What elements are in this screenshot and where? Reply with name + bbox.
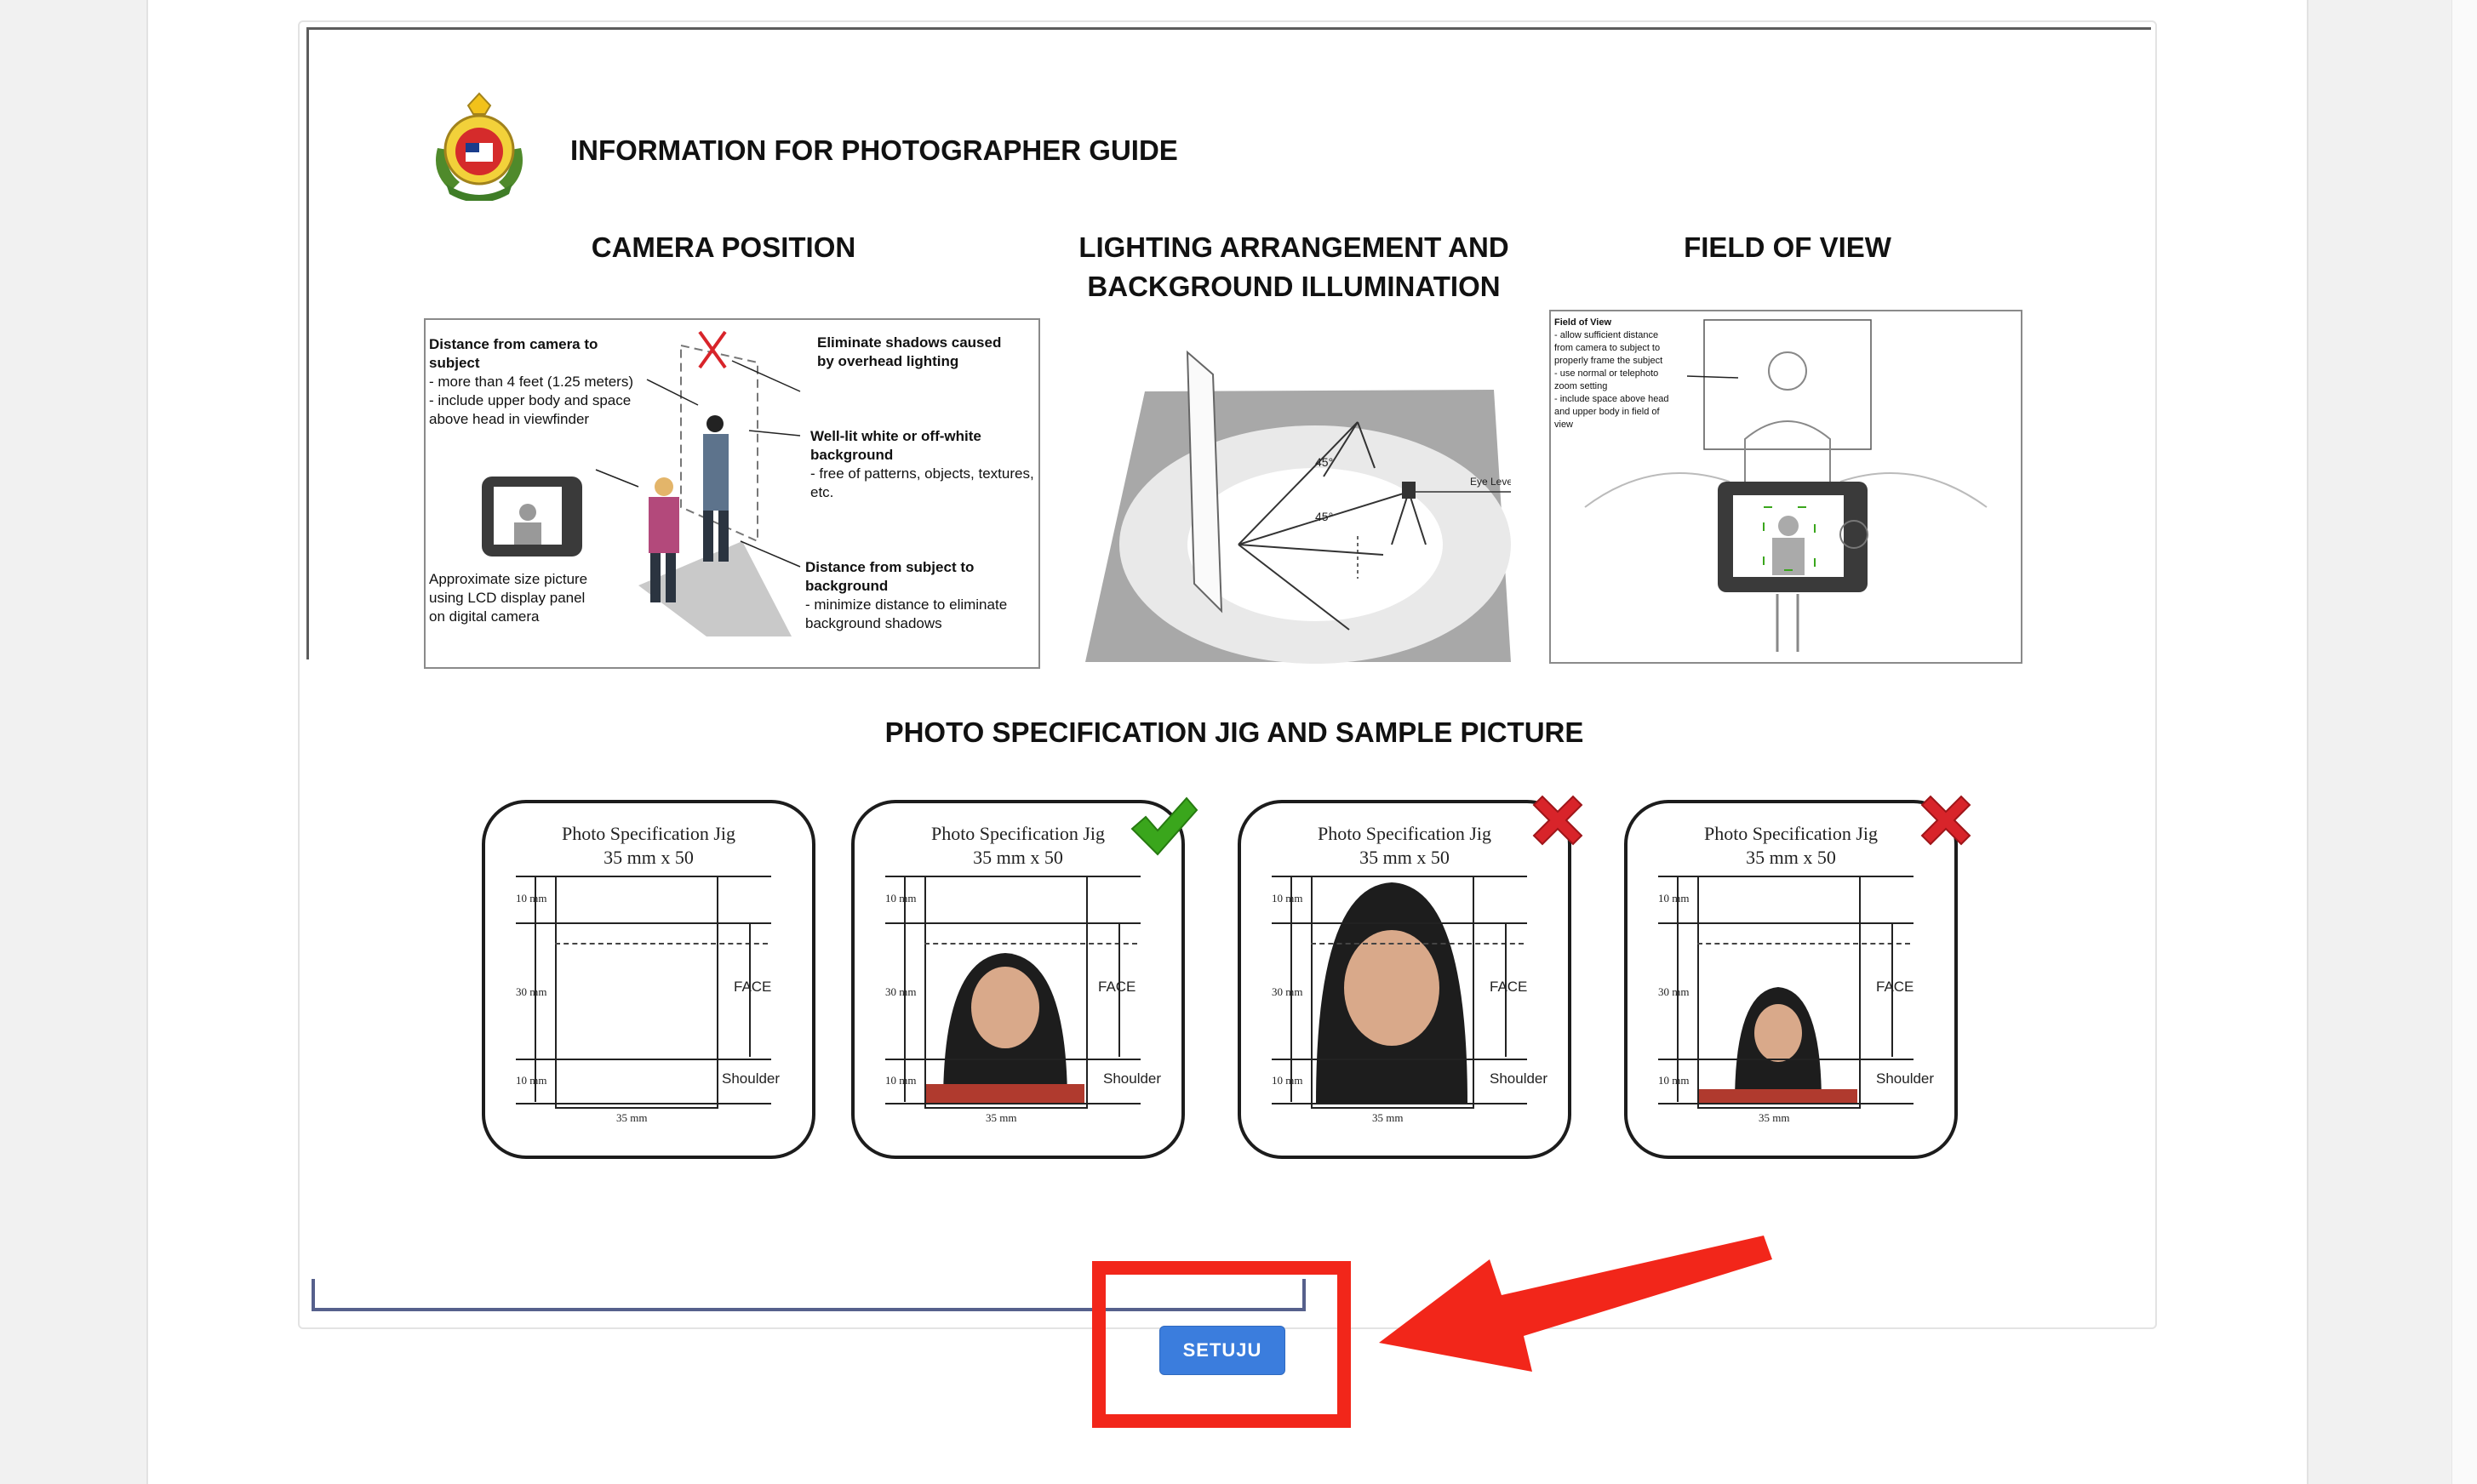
jig-title-line2: 35 mm x 50 [604,847,694,868]
sample-photo-correct [926,922,1084,1104]
jig-label-10mm-top: 10 mm [516,892,547,905]
jig-label-shoulder: Shoulder [1103,1070,1162,1087]
jig-label-face: FACE [1876,979,1914,995]
jig-label-10mm-bottom: 10 mm [885,1074,917,1087]
jig-label-30mm: 30 mm [1658,985,1690,998]
jig-label-10mm-bottom: 10 mm [516,1074,547,1087]
eye-level-label: Eye Level [1470,476,1511,488]
jig-title: Photo Specification Jig 35 mm x 50 [1627,822,1954,870]
jig-label-face: FACE [1490,979,1528,995]
jig-title-line1: Photo Specification Jig [1317,823,1492,844]
jig-sample-too-small: Photo Specification Jig 35 mm x 50 10 mm… [1624,800,1958,1159]
cross-mark-icon [1532,795,1583,846]
jig-label-35mm: 35 mm [1759,1111,1790,1124]
annotation-highlight-box [1092,1261,1351,1428]
section-lighting-line1: LIGHTING ARRANGEMENT AND [1078,231,1509,263]
jig-label-10mm-top: 10 mm [885,892,917,905]
section-lighting: LIGHTING ARRANGEMENT AND BACKGROUND ILLU… [1055,228,1532,306]
immigration-crest-logo [436,92,523,201]
jig-title-line1: Photo Specification Jig [561,823,736,844]
field-of-view-figure: Field of View - allow sufficient distanc… [1549,310,2022,664]
jig-label-30mm: 30 mm [885,985,917,998]
section-lighting-line2: BACKGROUND ILLUMINATION [1087,271,1501,302]
jig-label-30mm: 30 mm [516,985,547,998]
jig-label-shoulder: Shoulder [1490,1070,1548,1087]
camera-scene-illustration [482,330,801,636]
sample-photo-too-large [1313,877,1471,1104]
annotation-arrow-icon [1379,1236,1772,1372]
cross-mark-icon [1920,795,1971,846]
jig-label-shoulder: Shoulder [1876,1070,1935,1087]
camera-position-figure: Distance from camera to subject - more t… [424,318,1040,669]
angle-label-1: 45° [1315,455,1333,469]
jig-label-30mm: 30 mm [1272,985,1303,998]
jig-title-line2: 35 mm x 50 [1746,847,1836,868]
jig-label-35mm: 35 mm [986,1111,1017,1124]
jig-label-35mm: 35 mm [1372,1111,1404,1124]
jig-label-face: FACE [734,979,772,995]
guide-title: INFORMATION FOR PHOTOGRAPHER GUIDE [570,134,1178,166]
jig-label-10mm-top: 10 mm [1658,892,1690,905]
jig-frame [555,876,718,1109]
no-overhead-light-icon [698,330,727,369]
jig-label-face: FACE [1098,979,1136,995]
jig-label-shoulder: Shoulder [722,1070,781,1087]
section-camera-position: CAMERA POSITION [591,231,856,263]
jig-title-line1: Photo Specification Jig [1703,823,1879,844]
scrollbar[interactable] [2451,0,2477,1484]
check-mark-icon [1130,796,1198,856]
lighting-illustration: 45° 45° Eye Level [1085,350,1519,664]
jig-title: Photo Specification Jig 35 mm x 50 [485,822,812,870]
lighting-figure: 45° 45° Eye Level [1068,340,1519,665]
sample-photo-too-small [1699,922,1857,1104]
jig-label-35mm: 35 mm [616,1111,648,1124]
jig-title: Photo Specification Jig 35 mm x 50 [1241,822,1568,870]
jig-label-10mm-bottom: 10 mm [1272,1074,1303,1087]
section-field-of-view: FIELD OF VIEW [1684,231,1891,263]
angle-label-2: 45° [1315,510,1333,523]
jig-title-line2: 35 mm x 50 [1359,847,1450,868]
section-photo-spec-jig: PHOTO SPECIFICATION JIG AND SAMPLE PICTU… [884,716,1584,748]
jig-label-10mm-bottom: 10 mm [1658,1074,1690,1087]
jig-template: Photo Specification Jig 35 mm x 50 10 mm… [482,800,815,1159]
jig-sample-too-large: Photo Specification Jig 35 mm x 50 10 mm… [1238,800,1571,1159]
jig-label-10mm-top: 10 mm [1272,892,1303,905]
field-of-view-illustration [1584,319,1988,652]
